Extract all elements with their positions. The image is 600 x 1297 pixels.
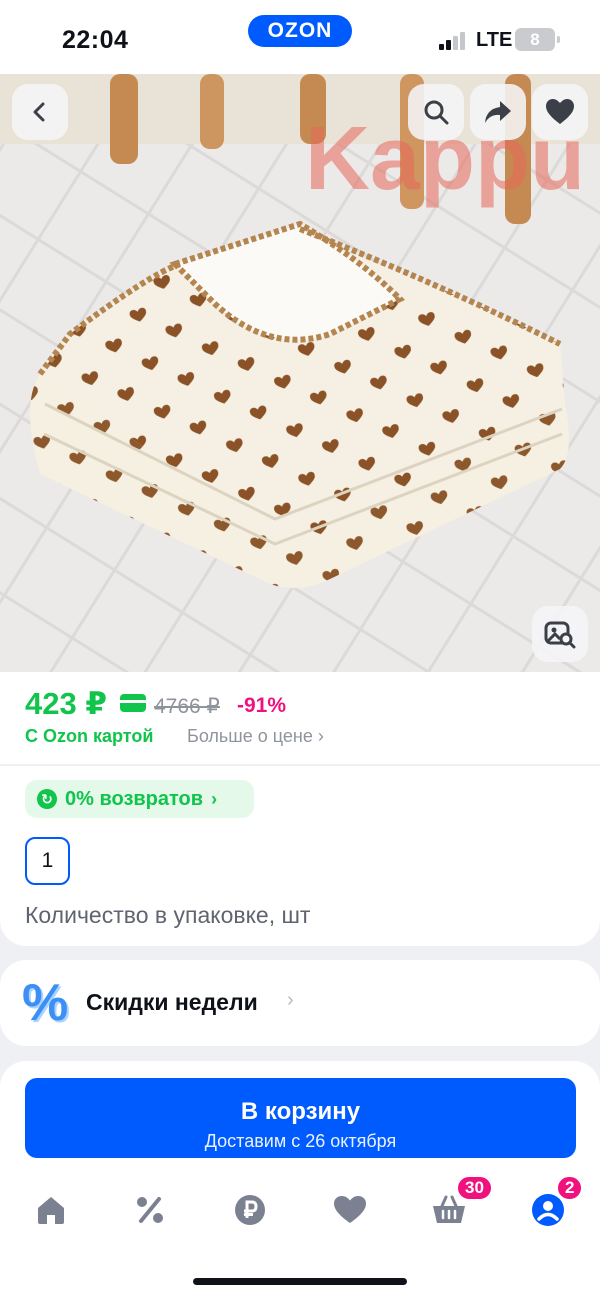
share-icon [485, 101, 511, 123]
more-about-price-link[interactable]: Больше о цене › [187, 726, 324, 747]
add-to-cart-label: В корзину [240, 1097, 361, 1125]
tab-discounts[interactable] [120, 1180, 180, 1240]
more-about-price-label: Больше о цене [187, 726, 313, 746]
percent-icon [137, 1197, 163, 1223]
tab-bar: 30 2 [0, 1175, 600, 1240]
discount-percent: -91% [237, 694, 287, 717]
search-button[interactable] [408, 84, 464, 140]
back-icon [33, 102, 45, 122]
return-arrow-icon: ↻ [37, 789, 57, 809]
network-type: LTE [476, 29, 513, 51]
tab-favorites[interactable] [320, 1180, 380, 1240]
ozon-logo: OZON [248, 15, 352, 47]
product-photo[interactable]: Kappu [0, 74, 600, 672]
image-search-icon [544, 621, 576, 649]
tab-finance[interactable] [220, 1180, 280, 1240]
quantity-label: Количество в упаковке, шт [25, 902, 311, 928]
status-time: 22:04 [62, 26, 129, 54]
old-price: 4766 ₽ [154, 695, 220, 718]
returns-label: 0% возвратов [65, 787, 204, 810]
back-button[interactable] [12, 84, 68, 140]
quantity-option-chip[interactable]: 1 [25, 837, 70, 885]
profile-notification-badge: 2 [556, 1175, 584, 1201]
chevron-right-icon: › [211, 788, 218, 809]
ruble-icon [235, 1195, 265, 1225]
add-to-cart-button[interactable]: В корзину Доставим с 26 октября [25, 1078, 576, 1158]
basket-icon [433, 1195, 465, 1223]
status-bar: 22:04 OZON LTE 8 [0, 0, 600, 74]
battery-icon: 8 [515, 28, 560, 51]
visual-search-button[interactable] [532, 606, 588, 662]
delivery-date-label: Доставим с 26 октября [204, 1130, 397, 1151]
heart-icon [546, 99, 574, 124]
home-icon [38, 1197, 64, 1224]
tab-home[interactable] [21, 1180, 81, 1240]
chevron-right-icon: › [317, 726, 324, 746]
share-button[interactable] [470, 84, 526, 140]
heart-icon [334, 1196, 366, 1223]
chevron-right-icon: › [287, 989, 294, 1011]
current-price: 423 ₽ [25, 686, 107, 721]
weekly-deals-label: Скидки недели [86, 989, 258, 1015]
home-indicator [193, 1278, 407, 1285]
ozon-card-label: С Ozon картой [25, 726, 154, 746]
returns-badge[interactable]: ↻ 0% возвратов › [25, 780, 254, 818]
signal-icon [439, 32, 467, 50]
favorite-button[interactable] [532, 84, 588, 140]
blanket-photo: Kappu [0, 74, 600, 672]
percent-icon: % [22, 974, 69, 1032]
search-icon [424, 100, 449, 125]
cart-count-badge: 30 [456, 1175, 493, 1201]
card-icon [120, 694, 146, 712]
